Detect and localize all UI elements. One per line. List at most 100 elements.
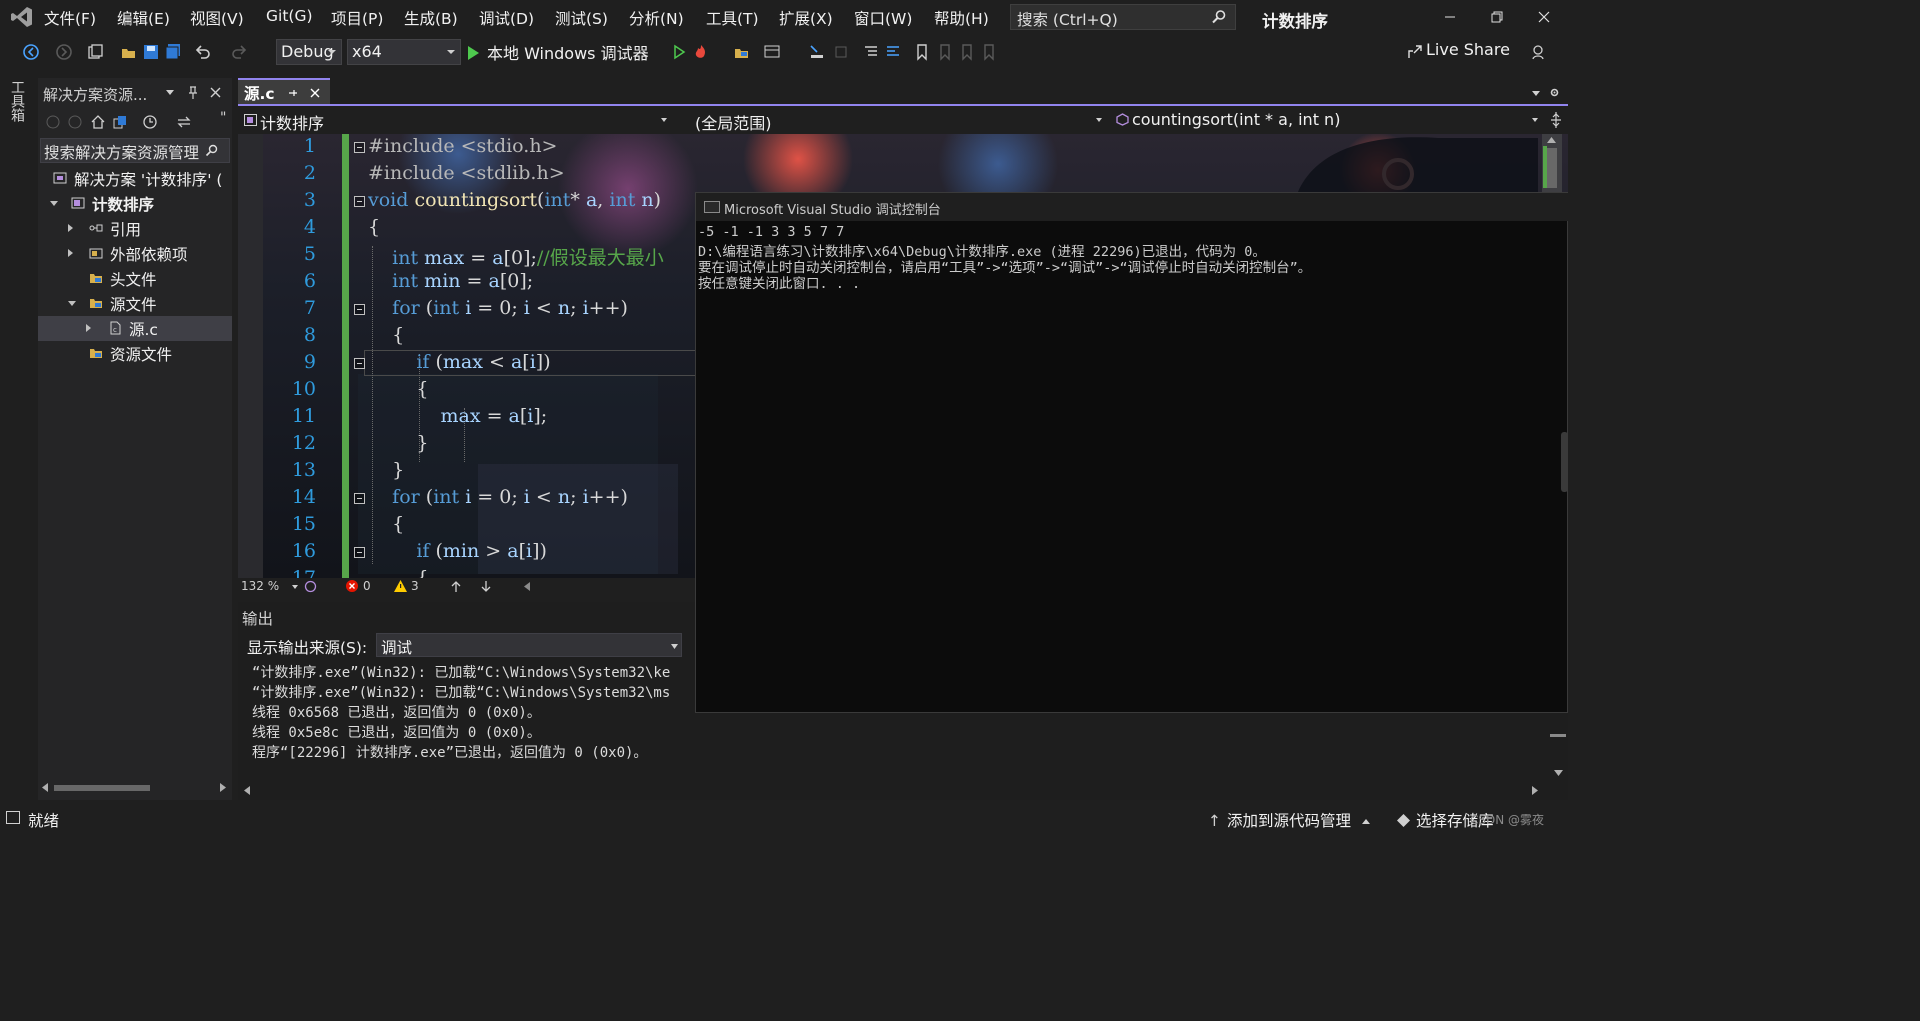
tree-item-solution[interactable]: 解决方案 '计数排序' ( (38, 166, 232, 191)
menu-view[interactable]: 视图(V) (190, 7, 244, 29)
pin-tab-icon[interactable] (288, 88, 298, 98)
undo-icon[interactable] (194, 43, 212, 61)
save-icon[interactable] (142, 43, 160, 61)
output-horizontal-scrollbar[interactable] (238, 780, 1548, 800)
menu-tools[interactable]: 工具(T) (706, 7, 759, 29)
warning-count[interactable]: 3 (411, 579, 419, 593)
menu-window[interactable]: 窗口(W) (854, 7, 912, 29)
close-tab-icon[interactable] (310, 88, 320, 98)
forward-icon[interactable] (68, 115, 82, 129)
solution-config-dropdown[interactable]: Debug (276, 39, 342, 65)
toolbox-tab[interactable]: 工具箱 (9, 80, 27, 122)
window-layout-icon[interactable] (763, 43, 781, 61)
menu-git[interactable]: Git(G) (266, 7, 313, 25)
error-count[interactable]: 0 (363, 579, 371, 593)
fold-marker-icon[interactable] (354, 358, 365, 369)
split-window-icon[interactable] (1549, 112, 1563, 128)
back-icon[interactable] (46, 115, 60, 129)
clear-bookmarks-icon[interactable] (980, 43, 998, 61)
output-source-dropdown[interactable]: 调试 (376, 633, 682, 657)
prev-bookmark-icon[interactable] (936, 43, 954, 61)
pending-changes-icon[interactable] (142, 114, 158, 130)
fold-marker-icon[interactable] (354, 142, 365, 153)
add-to-source-control-button[interactable]: ↑ 添加到源代码管理 (1208, 809, 1370, 831)
horizontal-scrollbar[interactable] (38, 778, 232, 798)
fold-marker-icon[interactable] (354, 493, 365, 504)
expand-arrow-icon[interactable] (68, 224, 73, 232)
scroll-right-icon[interactable] (1532, 786, 1538, 795)
back-icon[interactable] (22, 43, 40, 61)
scrollbar-thumb[interactable] (1547, 148, 1557, 188)
fold-marker-icon[interactable] (354, 547, 365, 558)
minimize-icon[interactable] (1442, 9, 1458, 25)
console-scrollbar-thumb[interactable] (1561, 432, 1568, 492)
output-vertical-scrollbar[interactable] (1548, 712, 1568, 782)
scroll-left-icon[interactable] (524, 582, 530, 591)
tree-item-source-files[interactable]: 源文件 (38, 291, 232, 316)
tree-item-resource-files[interactable]: 资源文件 (38, 341, 232, 366)
start-without-debugging-icon[interactable] (670, 43, 688, 61)
tab-source-c[interactable]: 源.c (238, 78, 330, 104)
intellicode-icon[interactable] (304, 580, 317, 593)
expand-arrow-icon[interactable] (50, 201, 58, 206)
next-bookmark-icon[interactable] (958, 43, 976, 61)
expand-arrow-icon[interactable] (68, 249, 73, 257)
switch-views-icon[interactable] (112, 114, 128, 130)
scroll-left-icon[interactable] (42, 783, 48, 792)
member-dropdown[interactable]: countingsort(int * a, int n) (1114, 108, 1542, 132)
tree-item-source-c[interactable]: c 源.c (38, 316, 232, 341)
tree-item-header-files[interactable]: 头文件 (38, 266, 232, 291)
comment-icon[interactable] (884, 43, 902, 61)
restore-icon[interactable] (1489, 9, 1505, 25)
debug-console-window[interactable]: Microsoft Visual Studio 调试控制台 -5 -1 -1 3… (695, 192, 1569, 713)
scope-dropdown[interactable]: (全局范围) (679, 108, 1107, 133)
browse-folder-icon[interactable] (733, 43, 751, 61)
menu-help[interactable]: 帮助(H) (934, 7, 989, 29)
fold-marker-icon[interactable] (354, 196, 365, 207)
start-debugging-button[interactable]: 本地 Windows 调试器 (468, 40, 649, 63)
sync-icon[interactable] (176, 114, 192, 130)
menu-file[interactable]: 文件(F) (44, 7, 96, 29)
next-issue-icon[interactable] (480, 580, 492, 593)
previous-issue-icon[interactable] (450, 580, 462, 593)
close-icon[interactable] (210, 87, 221, 98)
scrollbar-thumb[interactable] (54, 785, 150, 791)
new-project-icon[interactable] (86, 43, 104, 61)
expand-arrow-icon[interactable] (68, 301, 76, 306)
visual-studio-logo-icon[interactable] (10, 5, 34, 29)
menu-edit[interactable]: 编辑(E) (117, 7, 170, 29)
solution-explorer-search[interactable]: 搜索解决方案资源管理 (40, 138, 230, 163)
menu-test[interactable]: 测试(S) (555, 7, 608, 29)
scroll-left-icon[interactable] (244, 786, 250, 795)
menu-debug[interactable]: 调试(D) (479, 7, 534, 29)
save-all-icon[interactable] (164, 43, 182, 61)
step-into-icon[interactable] (808, 43, 826, 61)
chevron-down-icon[interactable] (166, 90, 174, 96)
gear-icon[interactable] (1549, 87, 1560, 98)
menu-extensions[interactable]: 扩展(X) (779, 7, 833, 29)
tab-overflow-icon[interactable] (1532, 91, 1540, 96)
open-file-icon[interactable] (120, 43, 138, 61)
scroll-right-icon[interactable] (220, 783, 226, 792)
bookmark-icon[interactable] (913, 43, 931, 61)
home-icon[interactable] (90, 114, 106, 130)
format-icon[interactable] (862, 43, 880, 61)
expand-arrow-icon[interactable] (86, 324, 91, 332)
tree-item-references[interactable]: 引用 (38, 216, 232, 241)
redo-icon[interactable] (230, 43, 248, 61)
tree-item-project[interactable]: 计数排序 (38, 191, 232, 216)
menu-build[interactable]: 生成(B) (404, 7, 458, 29)
step-over-icon[interactable] (832, 43, 850, 61)
forward-icon[interactable] (55, 43, 73, 61)
fold-marker-icon[interactable] (354, 304, 365, 315)
scroll-up-icon[interactable] (1547, 137, 1556, 143)
feedback-icon[interactable] (1530, 43, 1548, 61)
tree-item-external-deps[interactable]: 外部依赖项 (38, 241, 232, 266)
close-icon[interactable] (1536, 9, 1552, 25)
live-share-button[interactable]: Live Share (1406, 40, 1510, 59)
search-input[interactable]: 搜索 (Ctrl+Q) (1010, 4, 1236, 30)
chevron-down-icon[interactable] (292, 585, 298, 589)
scroll-down-icon[interactable] (1554, 770, 1563, 776)
menu-analyze[interactable]: 分析(N) (629, 7, 684, 29)
solution-platform-dropdown[interactable]: x64 (347, 39, 461, 65)
